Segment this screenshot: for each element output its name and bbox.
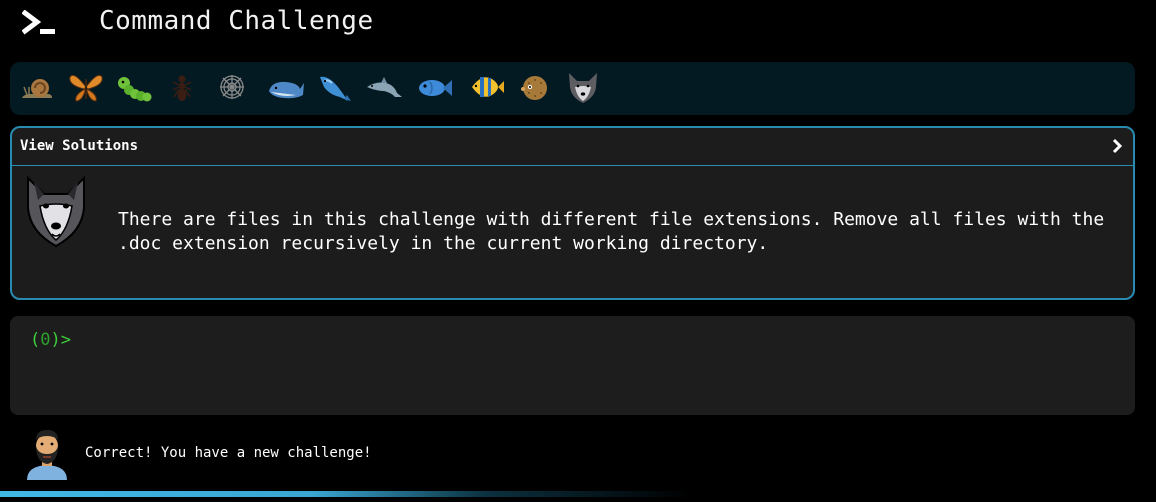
caterpillar-icon[interactable] xyxy=(114,67,154,107)
animal-progress-bar xyxy=(10,62,1135,115)
blowfish-icon[interactable] xyxy=(515,67,555,107)
spouting-whale-icon[interactable] xyxy=(314,67,354,107)
whale-icon[interactable] xyxy=(266,67,306,107)
header: Command Challenge xyxy=(0,0,1156,50)
bearded-man-icon xyxy=(24,428,70,480)
progress-fill xyxy=(0,491,694,497)
solutions-panel: View Solutions There are files in this c… xyxy=(10,126,1135,300)
prompt-close: )> xyxy=(50,330,71,350)
ant-icon[interactable] xyxy=(162,67,202,107)
prompt-count: 0 xyxy=(40,330,51,350)
view-solutions-toggle[interactable]: View Solutions xyxy=(12,128,1133,166)
wolf-icon[interactable] xyxy=(563,67,603,107)
terminal-prompt-icon xyxy=(22,10,55,35)
tropical-fish-icon[interactable] xyxy=(466,67,506,107)
butterfly-icon[interactable] xyxy=(66,67,106,107)
progress-bar xyxy=(0,491,1156,497)
dolphin-icon[interactable] xyxy=(364,67,404,107)
wolf-icon xyxy=(22,172,90,252)
page-title: Command Challenge xyxy=(99,6,374,36)
challenge-description: There are files in this challenge with d… xyxy=(118,209,1105,254)
terminal-input[interactable] xyxy=(82,328,1112,354)
chevron-right-icon[interactable] xyxy=(1111,137,1123,155)
spider-web-icon[interactable] xyxy=(212,67,252,107)
feedback-message: Correct! You have a new challenge! xyxy=(85,445,372,461)
prompt-open: ( xyxy=(30,330,41,350)
view-solutions-label: View Solutions xyxy=(20,138,139,154)
terminal-prompt: (0)> xyxy=(30,330,71,350)
fish-icon[interactable] xyxy=(414,67,454,107)
snail-icon[interactable] xyxy=(18,67,58,107)
terminal[interactable]: (0)> xyxy=(10,316,1135,415)
